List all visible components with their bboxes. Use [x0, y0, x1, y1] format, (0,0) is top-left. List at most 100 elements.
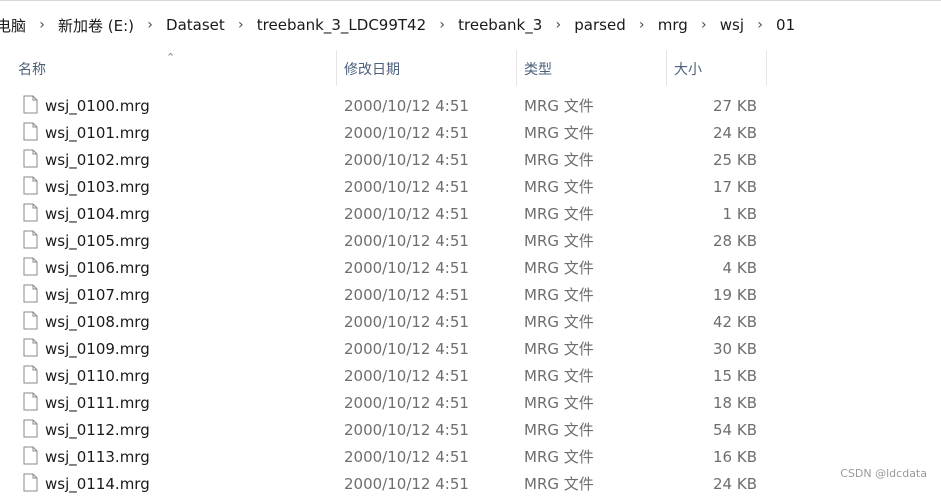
breadcrumb-label: wsj: [719, 16, 745, 34]
breadcrumb-label: treebank_3_LDC99T42: [256, 16, 427, 34]
chevron-right-icon[interactable]: ›: [30, 17, 54, 33]
file-type: MRG 文件: [524, 286, 594, 304]
file-icon: [23, 419, 38, 438]
column-header-date[interactable]: 修改日期: [344, 50, 400, 88]
table-row[interactable]: wsj_0109.mrg 2000/10/12 4:51 MRG 文件 30 KB: [0, 335, 941, 362]
file-icon: [23, 392, 38, 411]
table-row[interactable]: wsj_0104.mrg 2000/10/12 4:51 MRG 文件 1 KB: [0, 200, 941, 227]
chevron-right-icon[interactable]: ›: [546, 17, 570, 33]
column-header-name[interactable]: 名称: [18, 50, 46, 88]
file-icon: [23, 338, 38, 357]
chevron-right-icon[interactable]: ›: [748, 17, 772, 33]
file-size: 28 KB: [713, 231, 757, 250]
file-size: 30 KB: [713, 339, 757, 358]
table-row[interactable]: wsj_0112.mrg 2000/10/12 4:51 MRG 文件 54 KB: [0, 416, 941, 443]
file-type: MRG 文件: [524, 178, 594, 196]
file-type: MRG 文件: [524, 313, 594, 331]
column-header-size[interactable]: 大小: [674, 50, 702, 88]
file-date: 2000/10/12 4:51: [344, 285, 469, 304]
file-icon: [23, 311, 38, 330]
file-name: wsj_0108.mrg: [45, 312, 150, 331]
chevron-right-icon[interactable]: ›: [630, 17, 654, 33]
file-name: wsj_0114.mrg: [45, 474, 150, 493]
breadcrumb-label: 新加卷 (E:): [58, 16, 135, 35]
sort-ascending-icon[interactable]: ⌃: [166, 51, 175, 64]
file-icon: [23, 284, 38, 303]
breadcrumb-item[interactable]: Dataset ›: [162, 16, 253, 34]
file-date: 2000/10/12 4:51: [344, 231, 469, 250]
file-icon: [23, 230, 38, 249]
file-name: wsj_0101.mrg: [45, 123, 150, 142]
file-name: wsj_0100.mrg: [45, 96, 150, 115]
file-icon: [23, 203, 38, 222]
chevron-right-icon[interactable]: ›: [229, 17, 253, 33]
table-row[interactable]: wsj_0108.mrg 2000/10/12 4:51 MRG 文件 42 KB: [0, 308, 941, 335]
file-size: 27 KB: [713, 96, 757, 115]
file-name: wsj_0105.mrg: [45, 231, 150, 250]
file-size: 24 KB: [713, 123, 757, 142]
breadcrumb-item[interactable]: mrg ›: [654, 16, 716, 34]
column-divider[interactable]: [516, 50, 517, 86]
breadcrumb-label: 01: [776, 16, 796, 34]
breadcrumb-item[interactable]: treebank_3 ›: [454, 16, 570, 34]
table-row[interactable]: wsj_0111.mrg 2000/10/12 4:51 MRG 文件 18 KB: [0, 389, 941, 416]
table-row[interactable]: wsj_0107.mrg 2000/10/12 4:51 MRG 文件 19 KB: [0, 281, 941, 308]
file-name: wsj_0106.mrg: [45, 258, 150, 277]
table-row[interactable]: wsj_0114.mrg 2000/10/12 4:51 MRG 文件 24 KB: [0, 470, 941, 497]
table-row[interactable]: wsj_0101.mrg 2000/10/12 4:51 MRG 文件 24 KB: [0, 119, 941, 146]
breadcrumb-label: parsed: [574, 16, 626, 34]
table-row[interactable]: wsj_0110.mrg 2000/10/12 4:51 MRG 文件 15 KB: [0, 362, 941, 389]
file-type: MRG 文件: [524, 124, 594, 142]
file-type: MRG 文件: [524, 151, 594, 169]
breadcrumb-item[interactable]: 电脑 ›: [0, 15, 54, 36]
file-size: 42 KB: [713, 312, 757, 331]
file-type: MRG 文件: [524, 475, 594, 493]
file-name: wsj_0104.mrg: [45, 204, 150, 223]
file-date: 2000/10/12 4:51: [344, 474, 469, 493]
chevron-right-icon[interactable]: ›: [138, 17, 162, 33]
breadcrumb-item[interactable]: 新加卷 (E:) ›: [54, 15, 162, 36]
breadcrumb-item[interactable]: 01: [772, 16, 799, 34]
file-date: 2000/10/12 4:51: [344, 123, 469, 142]
file-date: 2000/10/12 4:51: [344, 204, 469, 223]
file-type: MRG 文件: [524, 421, 594, 439]
file-date: 2000/10/12 4:51: [344, 258, 469, 277]
chevron-right-icon[interactable]: ›: [430, 17, 454, 33]
table-row[interactable]: wsj_0105.mrg 2000/10/12 4:51 MRG 文件 28 KB: [0, 227, 941, 254]
breadcrumb: 电脑 › 新加卷 (E:) › Dataset › treebank_3_LDC99T42 ›…: [0, 0, 941, 50]
table-row[interactable]: wsj_0102.mrg 2000/10/12 4:51 MRG 文件 25 KB: [0, 146, 941, 173]
breadcrumb-label: 电脑: [0, 16, 27, 35]
file-date: 2000/10/12 4:51: [344, 393, 469, 412]
breadcrumb-item[interactable]: treebank_3_LDC99T42 ›: [253, 16, 454, 34]
column-divider[interactable]: [336, 50, 337, 86]
file-icon: [23, 176, 38, 195]
chevron-right-icon[interactable]: ›: [692, 17, 716, 33]
file-name: wsj_0110.mrg: [45, 366, 150, 385]
file-icon: [23, 473, 38, 492]
breadcrumb-item[interactable]: parsed ›: [570, 16, 653, 34]
table-row[interactable]: wsj_0103.mrg 2000/10/12 4:51 MRG 文件 17 KB: [0, 173, 941, 200]
column-header-bar: ⌃ 名称 修改日期 类型 大小: [0, 50, 941, 88]
column-header-type[interactable]: 类型: [524, 50, 552, 88]
file-name: wsj_0107.mrg: [45, 285, 150, 304]
file-icon: [23, 95, 38, 114]
file-size: 15 KB: [713, 366, 757, 385]
table-row[interactable]: wsj_0113.mrg 2000/10/12 4:51 MRG 文件 16 KB: [0, 443, 941, 470]
file-type: MRG 文件: [524, 97, 594, 115]
column-divider[interactable]: [666, 50, 667, 86]
column-divider[interactable]: [766, 50, 767, 86]
breadcrumb-label: mrg: [657, 16, 688, 34]
file-date: 2000/10/12 4:51: [344, 420, 469, 439]
file-icon: [23, 365, 38, 384]
breadcrumb-item[interactable]: wsj ›: [716, 16, 772, 34]
breadcrumb-label: Dataset: [166, 16, 225, 34]
breadcrumb-label: treebank_3: [458, 16, 543, 34]
file-type: MRG 文件: [524, 367, 594, 385]
file-date: 2000/10/12 4:51: [344, 339, 469, 358]
file-date: 2000/10/12 4:51: [344, 447, 469, 466]
table-row[interactable]: wsj_0100.mrg 2000/10/12 4:51 MRG 文件 27 KB: [0, 92, 941, 119]
table-row[interactable]: wsj_0106.mrg 2000/10/12 4:51 MRG 文件 4 KB: [0, 254, 941, 281]
file-icon: [23, 122, 38, 141]
file-date: 2000/10/12 4:51: [344, 177, 469, 196]
file-name: wsj_0112.mrg: [45, 420, 150, 439]
